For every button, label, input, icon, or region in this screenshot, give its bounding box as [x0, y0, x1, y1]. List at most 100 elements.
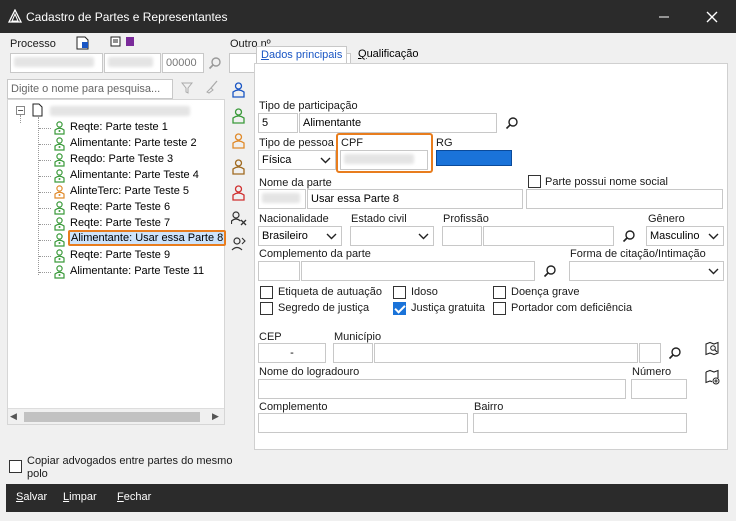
close-button[interactable] — [699, 6, 725, 28]
tipo-pessoa-select[interactable]: Física — [258, 150, 336, 170]
tree-item[interactable]: Reqte: Parte Teste 6 — [39, 200, 224, 216]
salvar-label: alvar — [23, 491, 48, 503]
add-party-green-icon[interactable] — [232, 108, 245, 124]
tipo-participacao-input[interactable]: Alimentante — [299, 113, 497, 133]
nome-prefix-input[interactable] — [258, 189, 306, 209]
processo-field-2[interactable] — [104, 53, 161, 73]
chevron-down-icon — [708, 233, 719, 240]
salvar-button[interactable]: Salvar — [16, 491, 47, 503]
complemento-parte-label: Complemento da parte — [259, 248, 371, 260]
tree-item[interactable]: Reqdo: Parte Teste 3 — [39, 152, 224, 168]
checkbox-5[interactable] — [493, 302, 506, 315]
tree-item-label: Reqte: Parte Teste 9 — [70, 249, 171, 261]
tree-line — [39, 256, 51, 257]
rg-input[interactable] — [436, 150, 512, 166]
processo-field-3[interactable]: 00000 — [162, 53, 204, 73]
party-icon — [54, 233, 65, 247]
map-add-icon[interactable] — [704, 369, 720, 385]
tree-line — [39, 192, 51, 193]
fechar-accesskey: F — [117, 491, 124, 503]
bottom-toolbar: Salvar Limpar Fechar — [6, 484, 728, 512]
genero-select[interactable]: Masculino — [646, 226, 724, 246]
tree-item[interactable]: Alimentante: Parte Teste 4 — [39, 168, 224, 184]
tree-item[interactable]: Alimentante: Parte Teste 11 — [39, 264, 224, 280]
nacionalidade-select[interactable]: Brasileiro — [258, 226, 342, 246]
tree-item[interactable]: AlinteTerc: Parte Teste 5 — [39, 184, 224, 200]
numero-label: Número — [632, 366, 672, 378]
bairro-input[interactable] — [473, 413, 687, 433]
tipo-participacao-code[interactable]: 5 — [258, 113, 298, 133]
search-icon[interactable] — [505, 116, 519, 130]
document-icon[interactable] — [76, 36, 89, 50]
complemento-label: Complemento — [259, 401, 328, 413]
estado-civil-select[interactable] — [350, 226, 434, 246]
search-icon[interactable] — [668, 346, 682, 360]
numero-input[interactable] — [631, 379, 687, 399]
checkbox-label: Doença grave — [511, 286, 580, 298]
processo-field-1[interactable] — [10, 53, 103, 73]
checkbox-label: Segredo de justiça — [278, 302, 370, 314]
complemento-parte-input[interactable] — [301, 261, 535, 281]
fechar-button[interactable]: Fechar — [117, 491, 151, 503]
tree-item[interactable]: Reqte: Parte teste 1 — [39, 120, 224, 136]
tree-line — [39, 224, 51, 225]
scrollbar-thumb[interactable] — [24, 412, 200, 422]
profissao-input[interactable] — [483, 226, 614, 246]
party-icon — [54, 249, 65, 263]
add-party-red-icon[interactable] — [232, 185, 245, 201]
tipo-pessoa-value: Física — [262, 154, 292, 166]
cpf-input[interactable] — [340, 150, 428, 170]
tree-item-label: Reqte: Parte Teste 7 — [70, 217, 171, 229]
tree-item[interactable]: Alimentante: Parte teste 2 — [39, 136, 224, 152]
minimize-button[interactable] — [651, 6, 677, 28]
copy-lawyers-checkbox[interactable] — [9, 460, 22, 473]
nome-parte-input[interactable]: Usar essa Parte 8 — [307, 189, 523, 209]
checkbox-1[interactable] — [393, 286, 406, 299]
uf-input[interactable] — [639, 343, 661, 363]
swap-party-icon[interactable] — [231, 236, 247, 252]
tab-main-accesskey: D — [261, 49, 269, 61]
limpar-button[interactable]: Limpar — [63, 491, 97, 503]
forma-citacao-select[interactable] — [569, 261, 724, 281]
tab-dados-principais[interactable]: Dados principais — [256, 46, 348, 64]
tree-line — [39, 128, 51, 129]
remove-party-icon[interactable] — [231, 211, 247, 227]
search-icon[interactable] — [543, 264, 557, 278]
forma-citacao-label: Forma de citação/Intimação — [570, 248, 706, 260]
title-bar: Cadastro de Partes e Representantes — [0, 0, 736, 33]
scroll-right-icon[interactable]: ▶ — [212, 412, 219, 422]
filter-icon[interactable] — [181, 82, 193, 94]
tree-scrollbar[interactable]: ◀ ▶ — [8, 408, 224, 424]
add-party-orange-icon[interactable] — [232, 133, 245, 149]
tree-item[interactable]: Alimentante: Usar essa Parte 8 — [39, 230, 227, 248]
cep-input[interactable]: - — [258, 343, 326, 363]
logradouro-input[interactable] — [258, 379, 626, 399]
nome-social-input[interactable] — [526, 189, 723, 209]
search-input[interactable]: Digite o nome para pesquisa... — [7, 79, 173, 99]
nome-parte-label: Nome da parte — [259, 177, 332, 189]
note-icon[interactable] — [110, 36, 122, 48]
map-search-icon[interactable] — [704, 341, 720, 357]
profissao-code[interactable] — [442, 226, 482, 246]
tree-item[interactable]: Reqte: Parte Teste 9 — [39, 248, 224, 264]
nacionalidade-label: Nacionalidade — [259, 213, 329, 225]
complemento-input[interactable] — [258, 413, 468, 433]
chevron-down-icon — [326, 233, 337, 240]
profissao-label: Profissão — [443, 213, 489, 225]
search-icon[interactable] — [208, 56, 222, 70]
tab-qualificacao[interactable]: Qualificação — [354, 46, 423, 64]
complemento-parte-code[interactable] — [258, 261, 300, 281]
tree-collapse-toggle[interactable]: − — [16, 106, 25, 115]
checkbox-3[interactable] — [260, 302, 273, 315]
scroll-left-icon[interactable]: ◀ — [10, 412, 17, 422]
checkbox-0[interactable] — [260, 286, 273, 299]
checkbox-4[interactable] — [393, 302, 406, 315]
municipio-input[interactable] — [374, 343, 638, 363]
checkbox-2[interactable] — [493, 286, 506, 299]
search-icon[interactable] — [622, 229, 636, 243]
add-party-brown-icon[interactable] — [232, 159, 245, 175]
nome-social-checkbox[interactable] — [528, 175, 541, 188]
add-party-icon[interactable] — [232, 82, 245, 98]
municipio-code[interactable] — [333, 343, 373, 363]
broom-icon[interactable] — [205, 80, 219, 94]
